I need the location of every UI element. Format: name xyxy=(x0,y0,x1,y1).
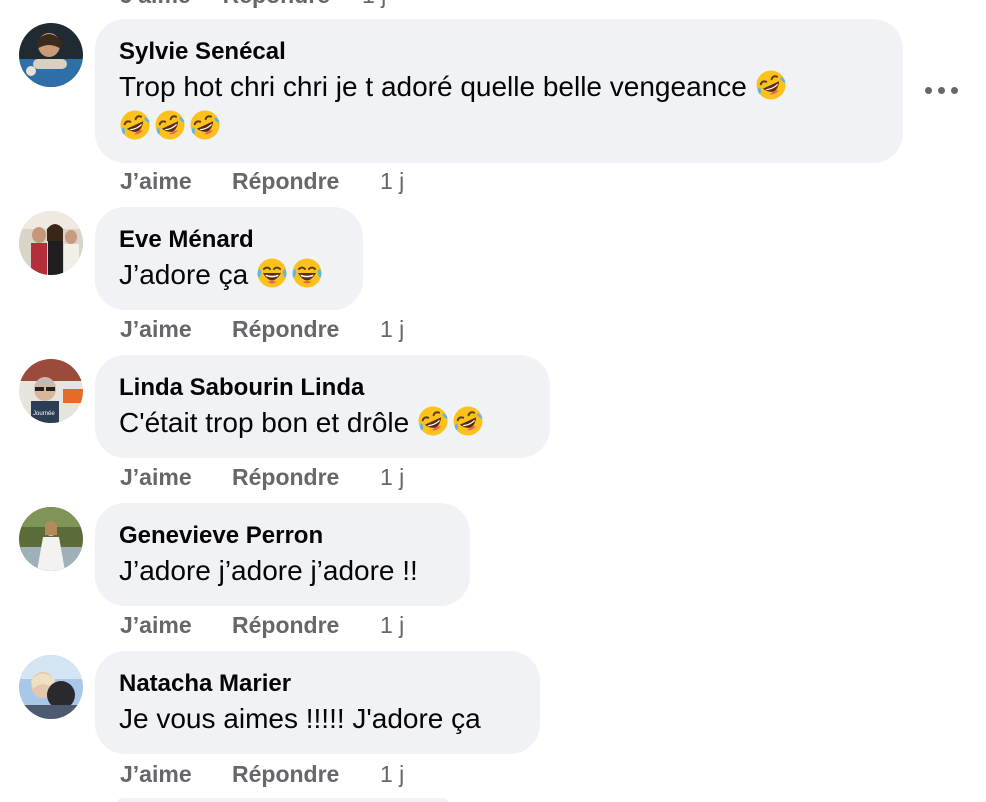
reply-link[interactable]: Répondre xyxy=(232,612,380,639)
comment-time[interactable]: 1 j xyxy=(380,464,404,491)
comment-time[interactable]: 1 j xyxy=(380,761,404,788)
comment-text: J’adore j’adore j’adore !! xyxy=(119,555,418,586)
reply-link[interactable]: Répondre xyxy=(232,464,380,491)
reply-link[interactable]: Répondre xyxy=(223,0,330,8)
more-options-icon[interactable] xyxy=(925,87,959,97)
comment-author[interactable]: Genevieve Perron xyxy=(119,521,446,551)
comment-author[interactable]: Natacha Marier xyxy=(119,669,516,699)
rolling-on-floor-laughing-icon xyxy=(189,109,221,141)
comment-time[interactable]: 1 j xyxy=(380,612,404,639)
comment-time[interactable]: 1 j xyxy=(380,316,404,343)
like-link[interactable]: J'aime xyxy=(120,0,191,8)
comment-time: 1 j xyxy=(362,0,386,8)
rolling-on-floor-laughing-icon xyxy=(755,69,787,101)
like-link[interactable]: J’aime xyxy=(120,464,232,491)
reply-link[interactable]: Répondre xyxy=(232,761,380,788)
avatar[interactable] xyxy=(19,211,83,275)
comment-bubble: Genevieve Perron J’adore j’adore j’adore… xyxy=(95,503,470,606)
rolling-on-floor-laughing-icon xyxy=(417,405,449,437)
like-link[interactable]: J’aime xyxy=(120,612,232,639)
comment-bubble: Natacha Marier Je vous aimes !!!!! J'ado… xyxy=(95,651,540,754)
avatar[interactable] xyxy=(19,23,83,87)
comment-author[interactable]: Sylvie Senécal xyxy=(119,37,879,67)
tears-of-joy-icon xyxy=(256,257,288,289)
avatar[interactable]: Journée xyxy=(19,359,83,423)
comment-text: J’adore ça xyxy=(119,255,339,295)
rolling-on-floor-laughing-icon xyxy=(452,405,484,437)
comment-text: C'était trop bon et drôle xyxy=(119,403,526,443)
reply-link[interactable]: Répondre xyxy=(232,168,380,195)
previous-comment-actions: J'aime Répondre 1 j xyxy=(95,0,455,8)
avatar[interactable] xyxy=(19,655,83,719)
comment-actions: J’aime Répondre 1 j xyxy=(120,168,404,195)
like-link[interactable]: J’aime xyxy=(120,316,232,343)
comment-author[interactable]: Linda Sabourin Linda xyxy=(119,373,526,403)
rolling-on-floor-laughing-icon xyxy=(119,109,151,141)
comment-actions: J’aime Répondre 1 j xyxy=(120,316,404,343)
comment-actions: J’aime Répondre 1 j xyxy=(120,612,404,639)
svg-text:Journée: Journée xyxy=(33,411,55,417)
comment-bubble: Sylvie Senécal Trop hot chri chri je t a… xyxy=(95,19,903,163)
comment-text: Je vous aimes !!!!! J'adore ça xyxy=(119,703,481,734)
like-link[interactable]: J’aime xyxy=(120,761,232,788)
tears-of-joy-icon xyxy=(291,257,323,289)
comment-actions: J’aime Répondre 1 j xyxy=(120,464,404,491)
avatar[interactable] xyxy=(19,507,83,571)
comment-bubble: Linda Sabourin Linda C'était trop bon et… xyxy=(95,355,550,458)
comment-text: Trop hot chri chri je t adoré quelle bel… xyxy=(119,67,879,147)
comment-actions: J’aime Répondre 1 j xyxy=(120,761,404,788)
comment-author[interactable]: Eve Ménard xyxy=(119,225,339,255)
comment-bubble: Eve Ménard J’adore ça xyxy=(95,207,363,310)
comment-time[interactable]: 1 j xyxy=(380,168,404,195)
reply-link[interactable]: Répondre xyxy=(232,316,380,343)
next-comment-bubble xyxy=(118,798,448,802)
like-link[interactable]: J’aime xyxy=(120,168,232,195)
rolling-on-floor-laughing-icon xyxy=(154,109,186,141)
